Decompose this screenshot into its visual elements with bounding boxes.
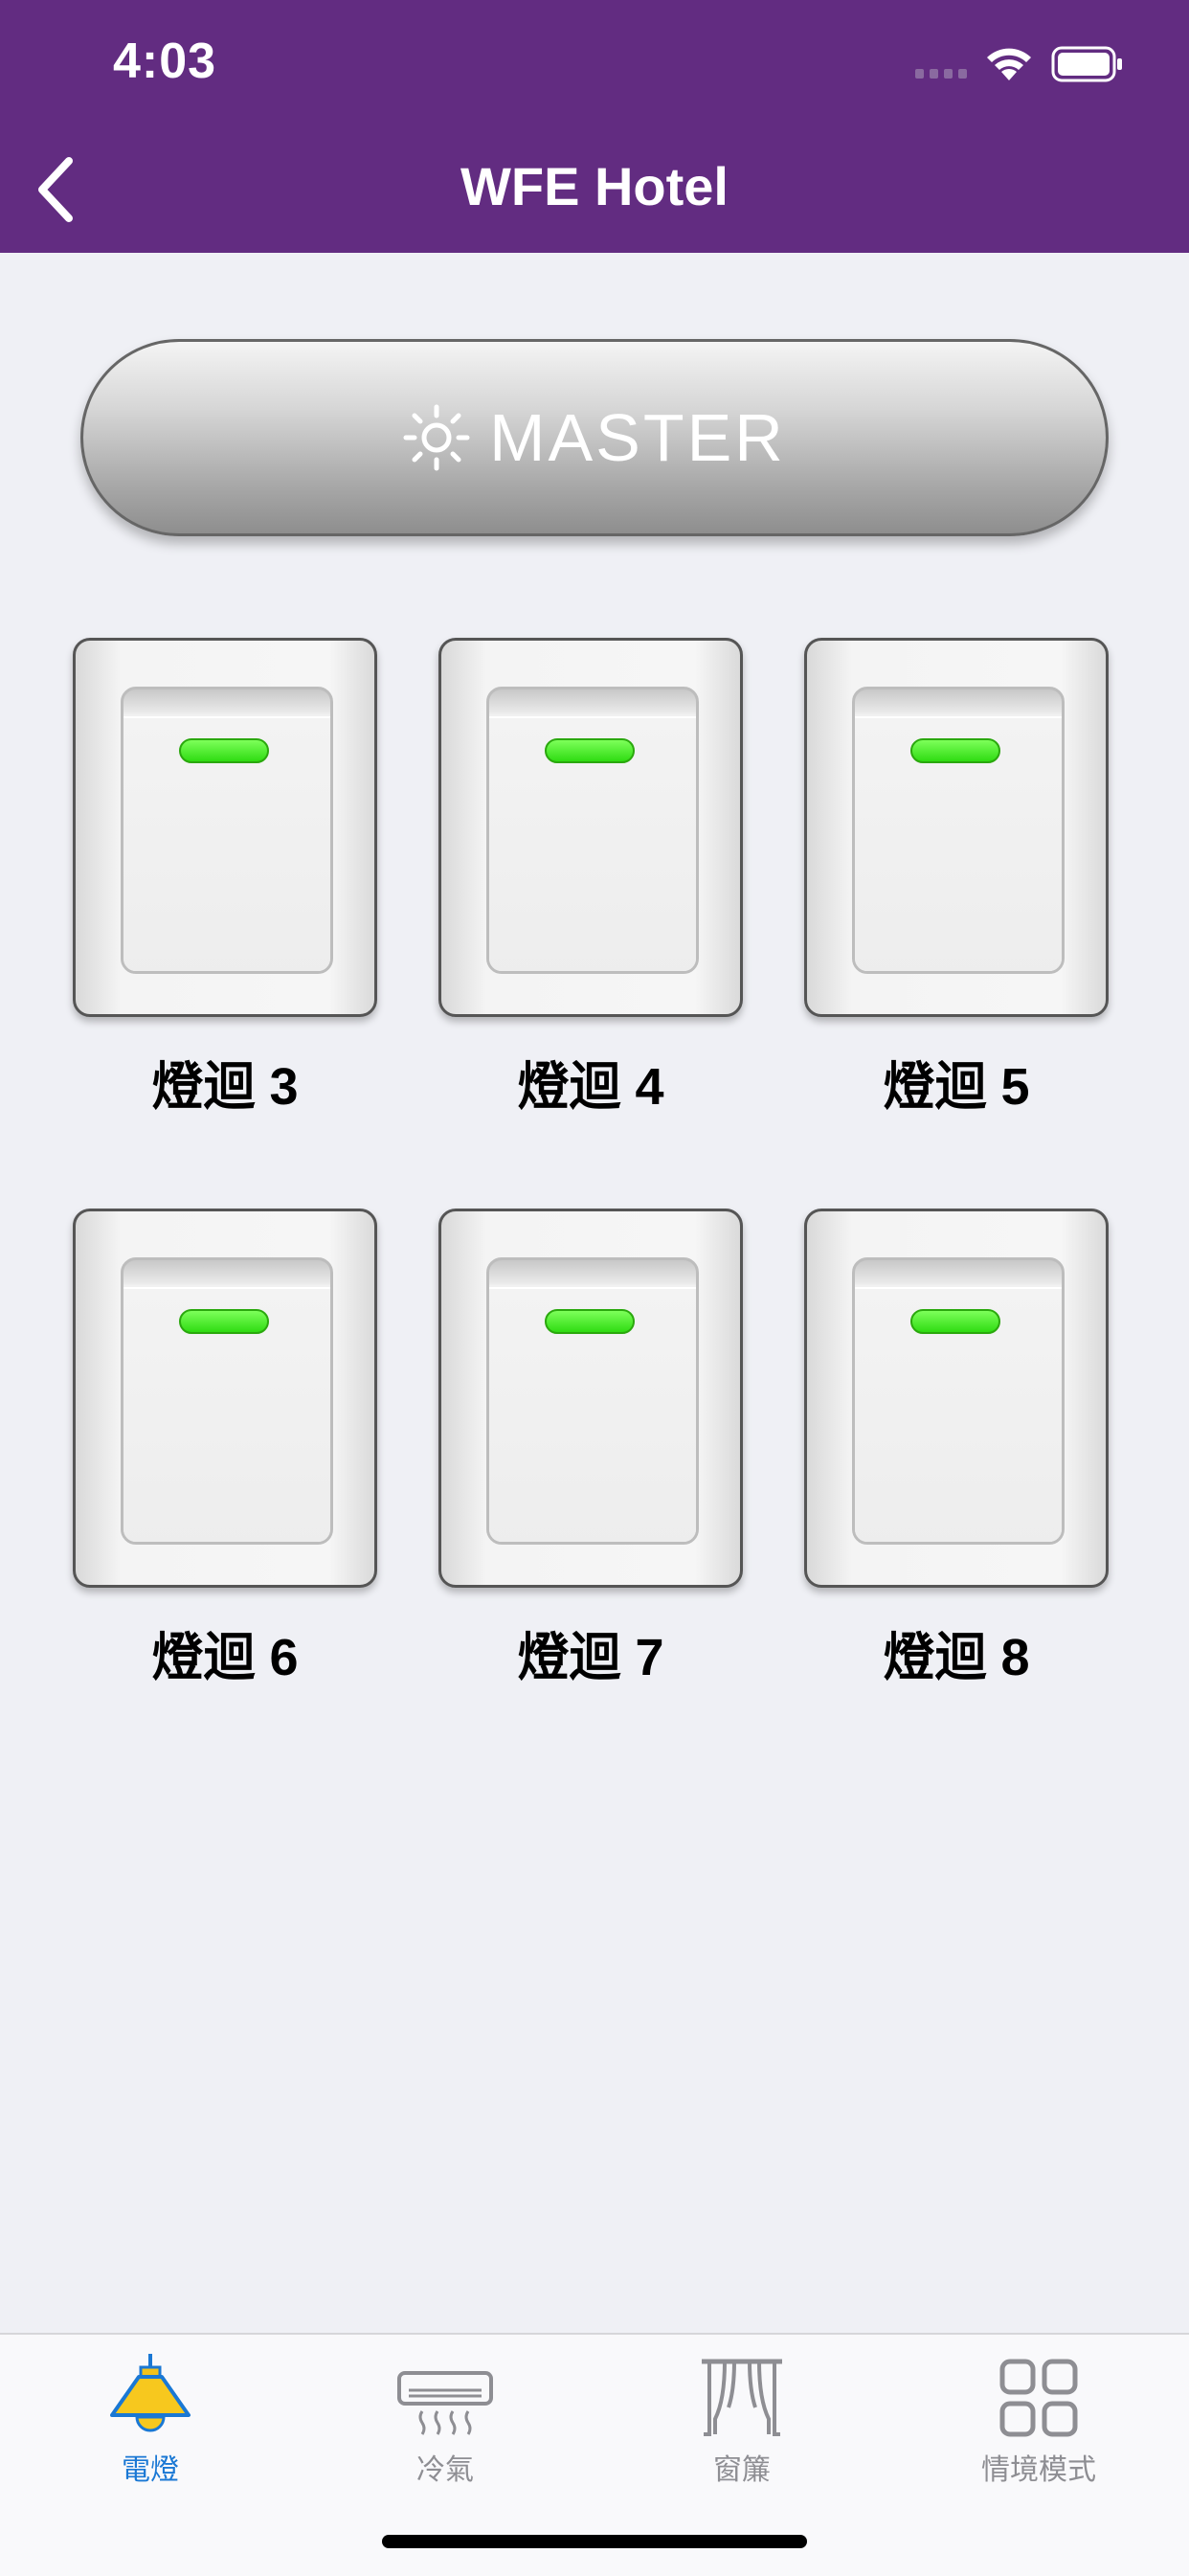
switch-rocker — [121, 687, 333, 974]
switch-rocker — [121, 1257, 333, 1545]
wifi-icon — [987, 48, 1031, 80]
tab-label-scene-mode: 情境模式 — [981, 2454, 1096, 2486]
status-time: 4:03 — [113, 34, 217, 89]
tab-air-conditioner[interactable]: 冷氣 — [297, 2344, 594, 2488]
led-indicator — [545, 1309, 635, 1334]
grid-icon — [999, 2359, 1078, 2437]
light-switch-4[interactable] — [438, 638, 743, 1017]
battery-icon — [1051, 46, 1122, 82]
light-switch-8[interactable] — [804, 1209, 1109, 1588]
sun-icon — [403, 404, 470, 471]
switch-label-5: 燈迴 5 — [883, 1058, 1030, 1116]
tab-lights[interactable]: 電燈 — [2, 2344, 299, 2488]
air-conditioner-icon — [397, 2371, 493, 2435]
curtain-icon — [702, 2359, 782, 2436]
switch-label-7: 燈迴 7 — [517, 1629, 664, 1686]
lamp-icon — [110, 2354, 191, 2432]
tab-scene-mode[interactable]: 情境模式 — [890, 2344, 1187, 2488]
switch-label-4: 燈迴 4 — [517, 1058, 664, 1116]
switch-label-3: 燈迴 3 — [151, 1058, 299, 1116]
cellular-signal-icon — [915, 69, 967, 79]
switch-rocker — [486, 1257, 699, 1545]
switch-rocker — [852, 687, 1065, 974]
master-label: MASTER — [489, 400, 786, 475]
tab-label-air-conditioner: 冷氣 — [416, 2454, 474, 2486]
light-switch-5[interactable] — [804, 638, 1109, 1017]
light-switch-3[interactable] — [73, 638, 377, 1017]
led-indicator — [910, 1309, 1000, 1334]
led-indicator — [910, 738, 1000, 763]
led-indicator — [179, 738, 269, 763]
nav-header: 4:03 WFE Hotel — [0, 0, 1189, 253]
home-indicator — [382, 2535, 807, 2548]
light-switch-6[interactable] — [73, 1209, 377, 1588]
page-title: WFE Hotel — [460, 156, 729, 216]
led-indicator — [179, 1309, 269, 1334]
switch-rocker — [486, 687, 699, 974]
tab-curtain[interactable]: 窗簾 — [594, 2344, 890, 2488]
switch-rocker — [852, 1257, 1065, 1545]
tab-label-curtain: 窗簾 — [713, 2454, 771, 2486]
led-indicator — [545, 738, 635, 763]
light-switch-7[interactable] — [438, 1209, 743, 1588]
tab-label-lights: 電燈 — [122, 2454, 179, 2486]
master-button[interactable]: MASTER — [80, 339, 1109, 536]
switch-label-8: 燈迴 8 — [883, 1629, 1030, 1686]
switch-label-6: 燈迴 6 — [151, 1629, 299, 1686]
